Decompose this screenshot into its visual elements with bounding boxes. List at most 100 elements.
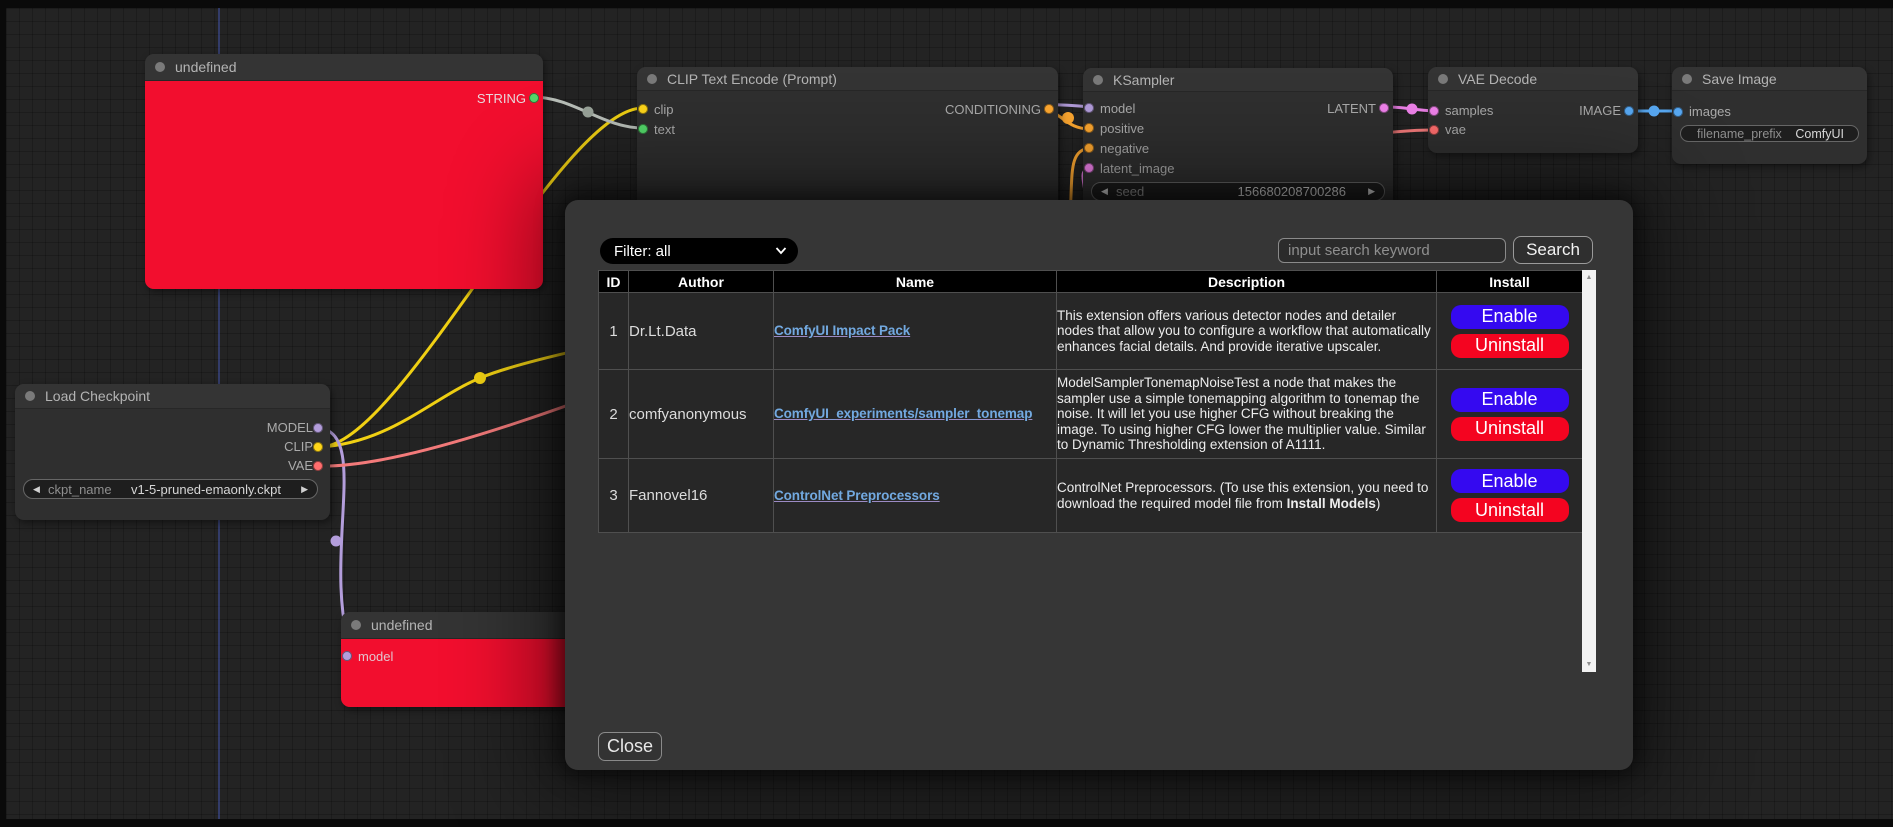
next-arrow-icon[interactable]: ▶ [301, 480, 308, 498]
node-load-checkpoint[interactable]: Load Checkpoint MODEL CLIP VAE ◀ ckpt_na… [15, 384, 330, 520]
custom-nodes-manager-dialog: Filter: all Search ID Author Name Descri… [565, 200, 1633, 770]
extension-description: This extension offers various detector n… [1057, 293, 1437, 370]
output-slot-model[interactable] [313, 423, 323, 433]
extension-author: Dr.Lt.Data [629, 293, 774, 370]
input-slot-vae[interactable] [1429, 125, 1439, 135]
collapse-dot-icon[interactable] [351, 620, 361, 630]
extension-link[interactable]: ControlNet Preprocessors [774, 488, 940, 503]
input-label: model [1100, 101, 1135, 116]
extension-link[interactable]: ComfyUI_experiments/sampler_tonemap [774, 406, 1032, 421]
collapse-dot-icon[interactable] [1438, 74, 1448, 84]
input-slot-model[interactable] [1084, 103, 1094, 113]
increment-arrow-icon[interactable]: ▶ [1368, 183, 1375, 200]
input-slot-samples[interactable] [1429, 106, 1439, 116]
extension-id: 2 [599, 370, 629, 459]
node-title: undefined [371, 617, 433, 633]
scroll-down-icon[interactable]: ▼ [1582, 661, 1596, 668]
output-label: MODEL [267, 420, 313, 435]
collapse-dot-icon[interactable] [25, 391, 35, 401]
output-label: CLIP [284, 439, 313, 454]
node-title: Load Checkpoint [45, 388, 150, 404]
output-slot-latent[interactable] [1379, 103, 1389, 113]
input-slot-positive[interactable] [1084, 123, 1094, 133]
node-title-bar[interactable]: Save Image [1672, 67, 1867, 91]
collapse-dot-icon[interactable] [1093, 75, 1103, 85]
collapse-dot-icon[interactable] [1682, 74, 1692, 84]
chevron-down-icon [775, 246, 787, 255]
input-label: samples [1445, 103, 1493, 118]
input-label: positive [1100, 121, 1144, 136]
extension-id: 1 [599, 293, 629, 370]
node-title-bar[interactable]: VAE Decode [1428, 67, 1638, 91]
input-slot-negative[interactable] [1084, 143, 1094, 153]
extension-author: Fannovel16 [629, 459, 774, 533]
collapse-dot-icon[interactable] [155, 62, 165, 72]
input-slot-clip[interactable] [638, 104, 648, 114]
uninstall-button[interactable]: Uninstall [1451, 417, 1569, 441]
node-title-bar[interactable]: Load Checkpoint [15, 384, 330, 409]
table-scrollbar[interactable]: ▲ ▼ [1582, 270, 1596, 672]
widget-name: seed [1116, 184, 1144, 199]
filter-select[interactable]: Filter: all [600, 238, 798, 264]
node-title: Save Image [1702, 71, 1777, 87]
prev-arrow-icon[interactable]: ◀ [33, 480, 40, 498]
node-undefined-top[interactable]: undefined STRING [145, 54, 543, 289]
ckpt-name-widget[interactable]: ◀ ckpt_name v1-5-pruned-emaonly.ckpt ▶ [23, 479, 318, 499]
filter-selected-value: Filter: all [614, 243, 671, 260]
output-slot-clip[interactable] [313, 442, 323, 452]
extension-link[interactable]: ComfyUI Impact Pack [774, 323, 910, 338]
enable-button[interactable]: Enable [1451, 469, 1569, 493]
filename-prefix-widget[interactable]: filename_prefix ComfyUI [1680, 125, 1859, 142]
bold-text: Install Models [1287, 496, 1376, 511]
widget-value: ComfyUI [1795, 127, 1844, 141]
enable-button[interactable]: Enable [1451, 388, 1569, 412]
output-slot-conditioning[interactable] [1044, 104, 1054, 114]
output-label: IMAGE [1579, 103, 1621, 118]
input-slot-latent-image[interactable] [1084, 163, 1094, 173]
input-slot-model[interactable] [342, 651, 352, 661]
input-label: model [358, 649, 393, 664]
search-input[interactable] [1278, 238, 1506, 263]
col-header-install: Install [1437, 271, 1583, 293]
node-title-bar[interactable]: CLIP Text Encode (Prompt) [637, 67, 1058, 91]
col-header-author: Author [629, 271, 774, 293]
decrement-arrow-icon[interactable]: ◀ [1101, 183, 1108, 200]
close-button[interactable]: Close [598, 732, 662, 761]
col-header-id: ID [599, 271, 629, 293]
input-label: vae [1445, 122, 1466, 137]
widget-value: v1-5-pruned-emaonly.ckpt [131, 482, 281, 497]
enable-button[interactable]: Enable [1451, 305, 1569, 329]
input-label: clip [654, 102, 674, 117]
node-title: VAE Decode [1458, 71, 1537, 87]
extension-id: 3 [599, 459, 629, 533]
node-vae-decode[interactable]: VAE Decode samples IMAGE vae [1428, 67, 1638, 153]
output-slot-vae[interactable] [313, 461, 323, 471]
scroll-up-icon[interactable]: ▲ [1582, 274, 1596, 281]
input-label: images [1689, 104, 1731, 119]
input-slot-text[interactable] [638, 124, 648, 134]
page-frame-left [0, 0, 6, 827]
node-title-bar[interactable]: KSampler [1083, 68, 1393, 92]
node-title-bar[interactable]: undefined [145, 54, 543, 81]
widget-value: 156680208700286 [1238, 184, 1346, 199]
node-save-image[interactable]: Save Image images filename_prefix ComfyU… [1672, 67, 1867, 164]
col-header-name: Name [774, 271, 1057, 293]
collapse-dot-icon[interactable] [647, 74, 657, 84]
seed-widget[interactable]: ◀ seed 156680208700286 ▶ [1091, 182, 1385, 201]
uninstall-button[interactable]: Uninstall [1451, 334, 1569, 358]
extensions-table: ID Author Name Description Install 1 Dr.… [598, 270, 1583, 533]
input-label: text [654, 122, 675, 137]
node-title: undefined [175, 59, 237, 75]
widget-name: filename_prefix [1697, 127, 1782, 141]
node-title: CLIP Text Encode (Prompt) [667, 71, 837, 87]
table-header-row: ID Author Name Description Install [599, 271, 1583, 293]
output-label: LATENT [1327, 101, 1376, 116]
output-slot-image[interactable] [1624, 106, 1634, 116]
uninstall-button[interactable]: Uninstall [1451, 498, 1569, 522]
input-label: negative [1100, 141, 1149, 156]
input-slot-images[interactable] [1673, 107, 1683, 117]
widget-name: ckpt_name [48, 482, 112, 497]
output-slot-string[interactable] [529, 93, 539, 103]
input-label: latent_image [1100, 161, 1174, 176]
search-button[interactable]: Search [1513, 236, 1593, 264]
